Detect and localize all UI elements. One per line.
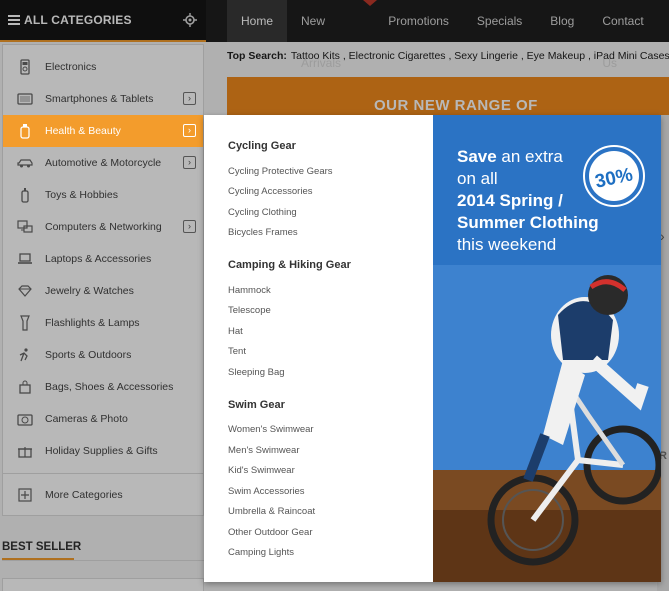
- link-kids-swimwear[interactable]: Kid's Swimwear: [228, 465, 295, 476]
- banner-line-4: Summer Clothing: [457, 213, 599, 232]
- chevron-right-icon[interactable]: ›: [183, 124, 196, 137]
- banner-save-word: Save: [457, 147, 497, 166]
- banner-line-1: Save an extra: [457, 147, 563, 167]
- cyclist-image: [487, 275, 661, 566]
- discount-percent: 30%: [593, 164, 635, 193]
- group-title-swim-gear[interactable]: Swim Gear: [228, 399, 285, 411]
- sidebar-item-health-beauty-highlight[interactable]: Health & Beauty ›: [3, 115, 203, 147]
- sidebar-item-label: Health & Beauty: [45, 125, 121, 137]
- bottle-icon: [20, 124, 30, 139]
- banner-line-2: on all: [457, 169, 498, 188]
- link-umbrella-raincoat[interactable]: Umbrella & Raincoat: [228, 506, 315, 517]
- link-cycling-accessories[interactable]: Cycling Accessories: [228, 186, 312, 197]
- mega-menu-health-beauty: Cycling Gear Cycling Protective Gears Cy…: [204, 115, 661, 582]
- group-title-cycling-gear[interactable]: Cycling Gear: [228, 140, 296, 152]
- link-bicycles-frames[interactable]: Bicycles Frames: [228, 227, 298, 238]
- link-sleeping-bag[interactable]: Sleeping Bag: [228, 367, 285, 378]
- link-hammock[interactable]: Hammock: [228, 285, 271, 296]
- group-title-camping-hiking-gear[interactable]: Camping & Hiking Gear: [228, 259, 351, 271]
- link-telescope[interactable]: Telescope: [228, 305, 271, 316]
- discount-badge-inner: 30%: [589, 151, 639, 201]
- link-swim-accessories[interactable]: Swim Accessories: [228, 486, 305, 497]
- banner-line-1-rest: an extra: [496, 147, 563, 166]
- banner-line-5: this weekend: [457, 235, 557, 254]
- link-mens-swimwear[interactable]: Men's Swimwear: [228, 445, 300, 456]
- link-womens-swimwear[interactable]: Women's Swimwear: [228, 424, 314, 435]
- link-tent[interactable]: Tent: [228, 346, 246, 357]
- link-cycling-protective-gears[interactable]: Cycling Protective Gears: [228, 166, 333, 177]
- link-cycling-clothing[interactable]: Cycling Clothing: [228, 207, 297, 218]
- link-camping-lights[interactable]: Camping Lights: [228, 547, 294, 558]
- link-other-outdoor-gear[interactable]: Other Outdoor Gear: [228, 527, 312, 538]
- banner-line-3: 2014 Spring /: [457, 191, 563, 210]
- spring-summer-promo-banner[interactable]: Save an extra on all 2014 Spring / Summe…: [433, 115, 661, 582]
- link-hat[interactable]: Hat: [228, 326, 243, 337]
- active-category-highlight: Health & Beauty ›: [3, 115, 203, 147]
- discount-badge: 30%: [583, 145, 645, 207]
